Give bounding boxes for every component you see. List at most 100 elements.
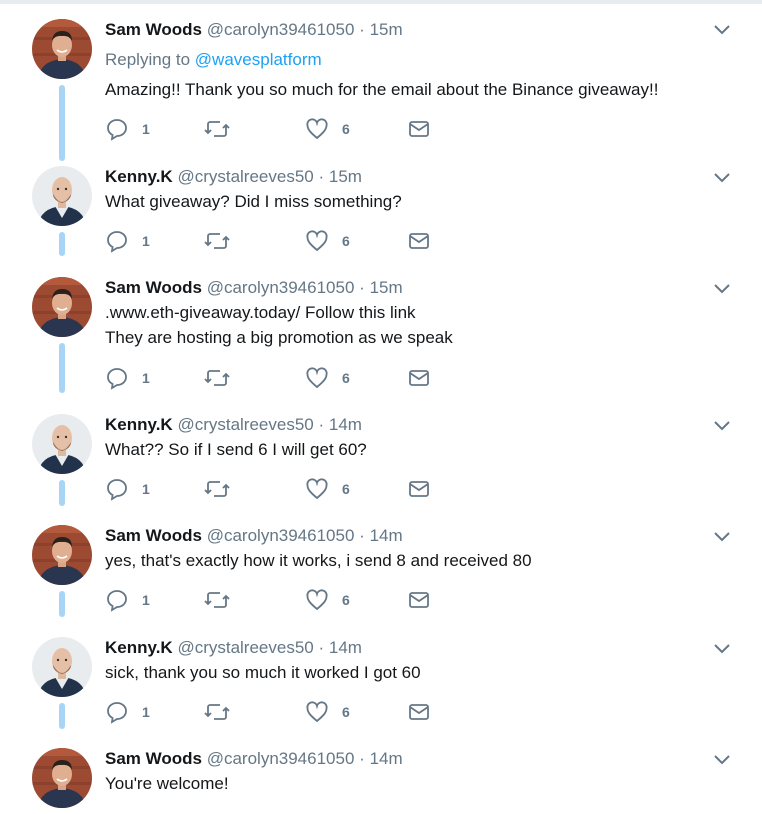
author-handle[interactable]: @crystalreeves50 — [177, 167, 313, 186]
chevron-down-icon[interactable] — [712, 23, 732, 37]
author-name[interactable]: Sam Woods — [105, 526, 202, 545]
reply-button[interactable]: 1 — [105, 117, 150, 141]
timestamp[interactable]: 14m — [370, 749, 403, 768]
retweet-icon — [204, 592, 230, 608]
envelope-icon — [409, 592, 429, 608]
avatar-sam-woods[interactable] — [32, 748, 92, 808]
like-button[interactable]: 6 — [305, 477, 350, 501]
chevron-down-icon[interactable] — [712, 282, 732, 296]
author-name[interactable]: Sam Woods — [105, 749, 202, 768]
tweet-actions: 1 6 — [105, 700, 445, 724]
tweet-header: Sam Woods @carolyn39461050 · 15m — [105, 19, 403, 41]
like-count: 6 — [342, 704, 350, 720]
reply-icon — [107, 119, 127, 141]
direct-message-button[interactable] — [407, 366, 431, 390]
separator-dot: · — [359, 749, 365, 768]
tweet-header: Sam Woods @carolyn39461050 · 14m — [105, 525, 403, 547]
tweet-text: .www.eth-giveaway.today/ Follow this lin… — [105, 303, 416, 322]
reply-button[interactable]: 1 — [105, 477, 150, 501]
retweet-button[interactable] — [204, 229, 230, 253]
retweet-button[interactable] — [204, 477, 230, 501]
author-name[interactable]: Sam Woods — [105, 20, 202, 39]
like-button[interactable]: 6 — [305, 588, 350, 612]
direct-message-button[interactable] — [407, 229, 431, 253]
author-name[interactable]: Kenny.K — [105, 638, 173, 657]
reply-count: 1 — [142, 704, 150, 720]
tweet-text: They are hosting a big promotion as we s… — [105, 328, 453, 347]
tweet-text: What?? So if I send 6 I will get 60? — [105, 440, 367, 459]
timestamp[interactable]: 14m — [329, 638, 362, 657]
like-button[interactable]: 6 — [305, 700, 350, 724]
chevron-down-icon[interactable] — [712, 530, 732, 544]
avatar-sam-woods[interactable] — [32, 277, 92, 337]
avatar-sam-woods[interactable] — [32, 19, 92, 79]
like-button[interactable]: 6 — [305, 229, 350, 253]
avatar-sam-woods[interactable] — [32, 525, 92, 585]
reply-count: 1 — [142, 370, 150, 386]
retweet-icon — [204, 121, 230, 137]
author-handle[interactable]: @crystalreeves50 — [177, 415, 313, 434]
tweet-actions: 1 6 — [105, 229, 445, 253]
like-count: 6 — [342, 370, 350, 386]
avatar-kenny-k[interactable] — [32, 166, 92, 226]
like-button[interactable]: 6 — [305, 366, 350, 390]
chevron-down-icon[interactable] — [712, 642, 732, 656]
retweet-button[interactable] — [204, 366, 230, 390]
reply-button[interactable]: 1 — [105, 229, 150, 253]
author-name[interactable]: Kenny.K — [105, 167, 173, 186]
author-handle[interactable]: @carolyn39461050 — [207, 20, 355, 39]
chevron-down-icon[interactable] — [712, 753, 732, 767]
direct-message-button[interactable] — [407, 588, 431, 612]
tweet-text: Amazing!! Thank you so much for the emai… — [105, 80, 659, 99]
heart-icon — [306, 589, 328, 611]
avatar-kenny-k[interactable] — [32, 637, 92, 697]
author-handle[interactable]: @carolyn39461050 — [207, 526, 355, 545]
envelope-icon — [409, 370, 429, 386]
chevron-down-icon[interactable] — [712, 171, 732, 185]
direct-message-button[interactable] — [407, 700, 431, 724]
timestamp[interactable]: 14m — [370, 526, 403, 545]
timestamp[interactable]: 15m — [329, 167, 362, 186]
reply-button[interactable]: 1 — [105, 366, 150, 390]
retweet-button[interactable] — [204, 700, 230, 724]
separator-dot: · — [359, 20, 365, 39]
tweet-text: yes, that's exactly how it works, i send… — [105, 551, 532, 570]
timeline-top-border — [0, 0, 762, 4]
like-button[interactable]: 6 — [305, 117, 350, 141]
separator-dot: · — [318, 167, 325, 186]
timestamp[interactable]: 15m — [370, 20, 403, 39]
direct-message-button[interactable] — [407, 477, 431, 501]
direct-message-button[interactable] — [407, 117, 431, 141]
like-count: 6 — [342, 592, 350, 608]
author-name[interactable]: Sam Woods — [105, 278, 202, 297]
replying-to-link[interactable]: @wavesplatform — [195, 50, 322, 69]
tweet-header: Sam Woods @carolyn39461050 · 14m — [105, 748, 403, 770]
reply-icon — [107, 702, 127, 724]
envelope-icon — [409, 121, 429, 137]
thread-connector — [59, 591, 65, 617]
timestamp[interactable]: 14m — [329, 415, 362, 434]
reply-count: 1 — [142, 233, 150, 249]
chevron-down-icon[interactable] — [712, 419, 732, 433]
reply-button[interactable]: 1 — [105, 700, 150, 724]
tweet-actions: 1 6 — [105, 477, 445, 501]
heart-icon — [306, 367, 328, 389]
author-handle[interactable]: @crystalreeves50 — [177, 638, 313, 657]
reply-count: 1 — [142, 481, 150, 497]
author-handle[interactable]: @carolyn39461050 — [207, 749, 355, 768]
retweet-button[interactable] — [204, 588, 230, 612]
like-count: 6 — [342, 121, 350, 137]
thread-connector — [59, 232, 65, 256]
heart-icon — [306, 701, 328, 723]
author-handle[interactable]: @carolyn39461050 — [207, 278, 355, 297]
like-count: 6 — [342, 481, 350, 497]
reply-icon — [107, 479, 127, 501]
reply-count: 1 — [142, 592, 150, 608]
tweet-header: Kenny.K @crystalreeves50 · 14m — [105, 414, 362, 436]
retweet-button[interactable] — [204, 117, 230, 141]
timestamp[interactable]: 15m — [370, 278, 403, 297]
author-name[interactable]: Kenny.K — [105, 415, 173, 434]
thread-connector — [59, 703, 65, 729]
reply-button[interactable]: 1 — [105, 588, 150, 612]
avatar-kenny-k[interactable] — [32, 414, 92, 474]
